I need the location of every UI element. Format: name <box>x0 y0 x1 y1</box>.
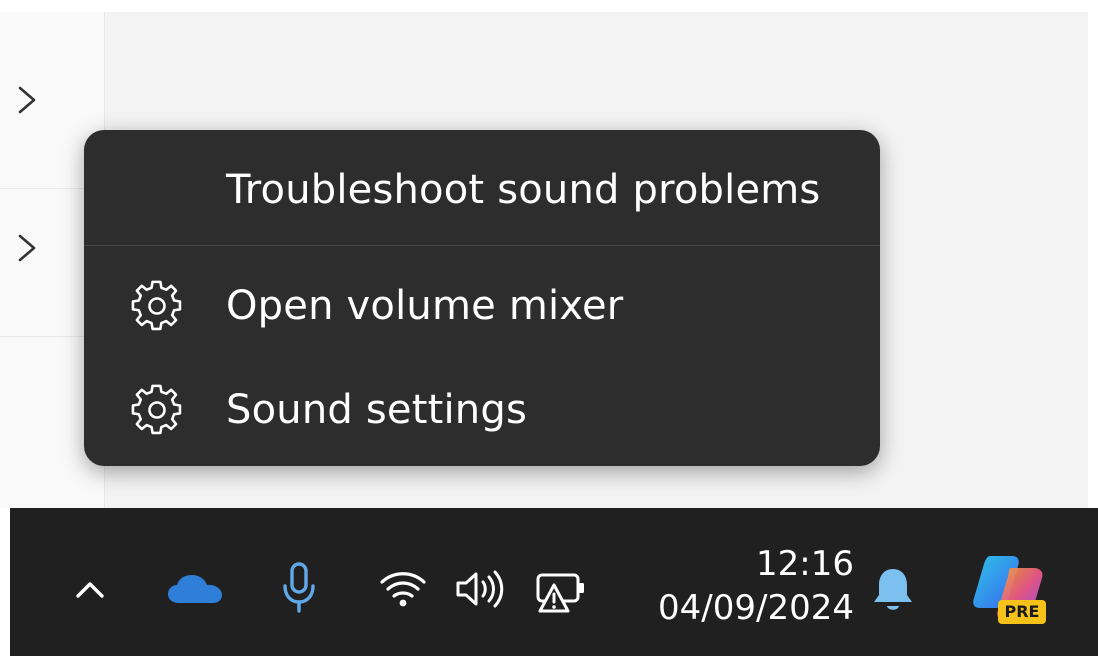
chevron-right-icon <box>18 86 36 114</box>
wifi-icon <box>380 572 426 607</box>
clock-button[interactable]: 12:16 04/09/2024 <box>640 542 854 630</box>
menu-separator <box>84 245 880 246</box>
notifications-button[interactable] <box>866 562 920 618</box>
speaker-icon <box>456 570 504 608</box>
battery-button[interactable] <box>530 566 594 614</box>
copilot-button[interactable]: PRE <box>968 550 1052 630</box>
menu-item-volume-mixer[interactable]: Open volume mixer <box>84 276 880 336</box>
menu-item-troubleshoot[interactable]: Troubleshoot sound problems <box>84 160 880 220</box>
clock-date: 04/09/2024 <box>658 588 854 628</box>
menu-item-label: Open volume mixer <box>226 283 624 329</box>
gear-icon <box>131 384 182 435</box>
microphone-icon <box>283 562 315 613</box>
network-button[interactable] <box>376 566 430 612</box>
copilot-badge: PRE <box>1005 602 1040 621</box>
volume-button[interactable] <box>450 566 514 612</box>
menu-item-label: Sound settings <box>226 387 527 433</box>
onedrive-cloud-icon <box>168 575 222 603</box>
microphone-button[interactable] <box>274 558 324 618</box>
battery-warning-icon <box>536 573 584 613</box>
show-hidden-icons-button[interactable] <box>66 570 114 610</box>
gear-icon <box>131 280 182 331</box>
window-edge <box>1088 0 1098 508</box>
menu-item-label: Troubleshoot sound problems <box>226 167 821 213</box>
copilot-icon: PRE <box>973 556 1046 624</box>
notification-bell-icon <box>874 569 912 610</box>
chevron-right-icon <box>18 234 36 262</box>
sound-context-menu: Troubleshoot sound problems Open volume … <box>84 130 880 466</box>
chevron-up-icon <box>76 582 104 598</box>
clock-time: 12:16 <box>756 544 854 584</box>
taskbar: 12:16 04/09/2024 PRE <box>10 508 1098 656</box>
menu-item-sound-settings[interactable]: Sound settings <box>84 380 880 440</box>
onedrive-button[interactable] <box>160 566 230 612</box>
